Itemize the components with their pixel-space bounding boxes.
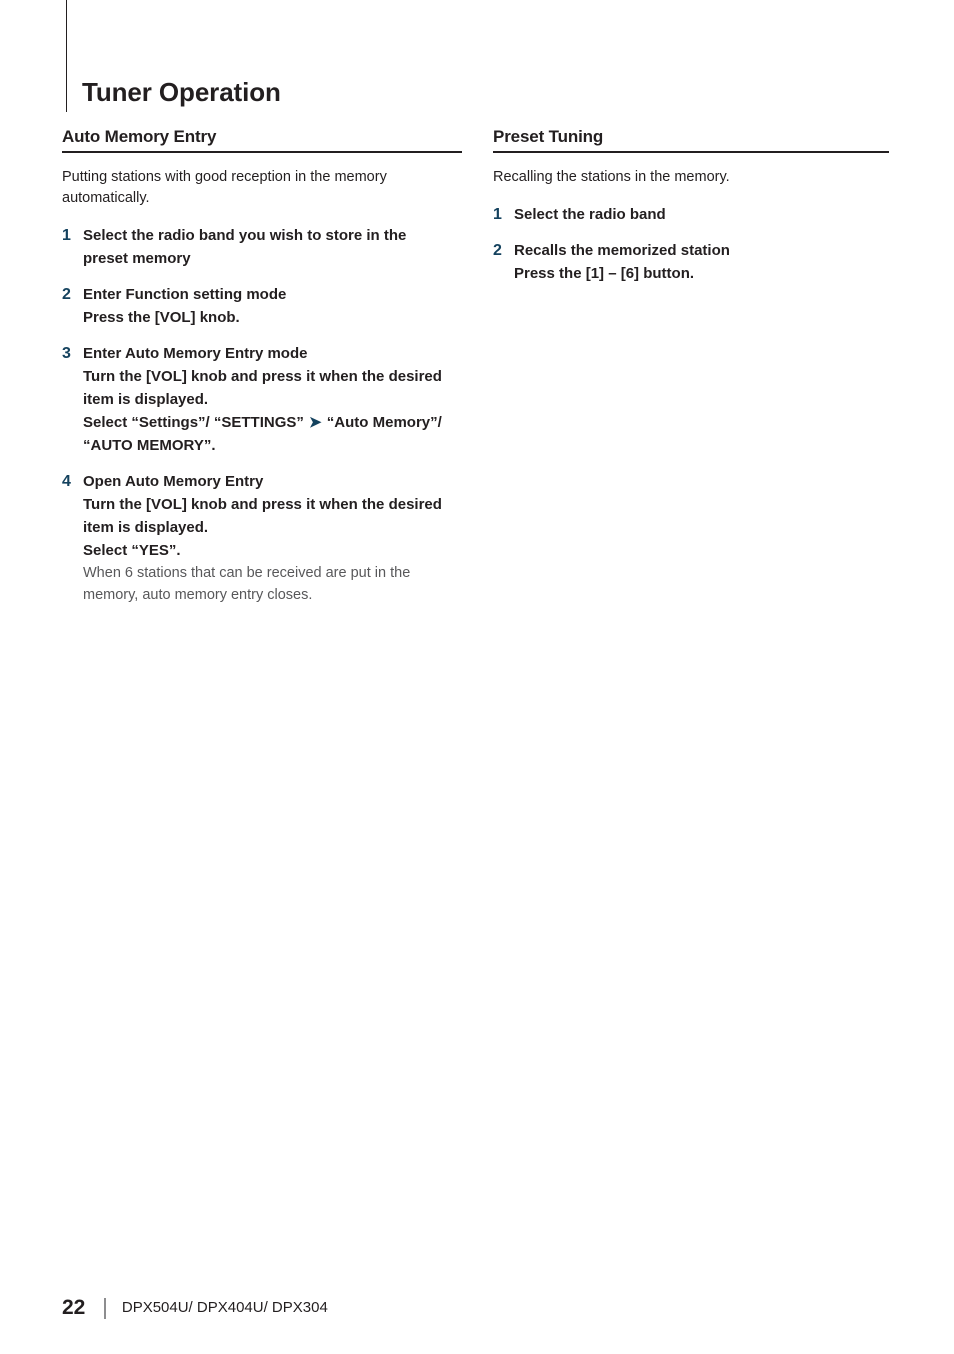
page-number: 22 xyxy=(62,1296,86,1319)
chevron-right-icon: ➤ xyxy=(309,414,322,431)
section-heading-preset-tuning: Preset Tuning xyxy=(493,126,889,153)
footer-divider xyxy=(104,1297,106,1319)
step-item: 1 Select the radio band you wish to stor… xyxy=(62,224,462,270)
step-title: Enter Auto Memory Entry mode xyxy=(83,345,308,362)
step-title: Recalls the memorized station xyxy=(514,242,730,259)
step-title: Open Auto Memory Entry xyxy=(83,473,264,490)
step-number: 1 xyxy=(62,227,71,244)
step-title: Select the radio band you wish to store … xyxy=(83,227,407,267)
step-item: 3 Enter Auto Memory Entry mode Turn the … xyxy=(62,342,462,457)
step-number: 1 xyxy=(493,206,502,223)
step-item: 2 Enter Function setting mode Press the … xyxy=(62,283,462,329)
step-item: 4 Open Auto Memory Entry Turn the [VOL] … xyxy=(62,470,462,606)
section-heading-auto-memory-entry: Auto Memory Entry xyxy=(62,126,462,153)
step-title: Enter Function setting mode xyxy=(83,286,287,303)
footer-model-list: DPX504U/ DPX404U/ DPX304 xyxy=(121,1299,328,1316)
step-number: 4 xyxy=(62,473,71,490)
step-number: 2 xyxy=(62,286,71,303)
section-intro-preset-tuning: Recalling the stations in the memory. xyxy=(493,169,730,185)
steps-list-preset-tuning: 1 Select the radio band 2 Recalls the me… xyxy=(493,203,889,285)
step-item: 2 Recalls the memorized station Press th… xyxy=(493,239,889,285)
manual-page: Tuner Operation Auto Memory Entry Puttin… xyxy=(0,0,954,1354)
step-item: 1 Select the radio band xyxy=(493,203,889,226)
step-detail: Turn the [VOL] knob and press it when th… xyxy=(83,368,442,408)
section-intro-auto-memory-entry: Putting stations with good reception in … xyxy=(62,169,387,206)
step-detail-menu-path: Select “Settings”/ “SETTINGS” ➤ “Auto Me… xyxy=(83,411,455,457)
step-detail: Press the [1] – [6] button. xyxy=(514,265,695,282)
step-number: 3 xyxy=(62,345,71,362)
step-title: Select the radio band xyxy=(514,206,666,223)
right-column: Preset Tuning Recalling the stations in … xyxy=(493,126,889,285)
step-detail: Press the [VOL] knob. xyxy=(83,309,240,326)
left-column: Auto Memory Entry Putting stations with … xyxy=(62,126,462,606)
menu-path-before: Select “Settings”/ “SETTINGS” xyxy=(83,414,309,431)
step-number: 2 xyxy=(493,242,502,259)
chapter-title: Tuner Operation xyxy=(82,77,281,108)
step-note: When 6 stations that can be received are… xyxy=(83,565,411,603)
page-footer: 22 DPX504U/ DPX404U/ DPX304 xyxy=(62,1294,328,1322)
step-detail-select: Select “YES”. xyxy=(83,542,181,559)
chapter-title-rule xyxy=(66,0,67,112)
steps-list-auto-memory-entry: 1 Select the radio band you wish to stor… xyxy=(62,224,462,606)
step-detail: Turn the [VOL] knob and press it when th… xyxy=(83,496,442,536)
